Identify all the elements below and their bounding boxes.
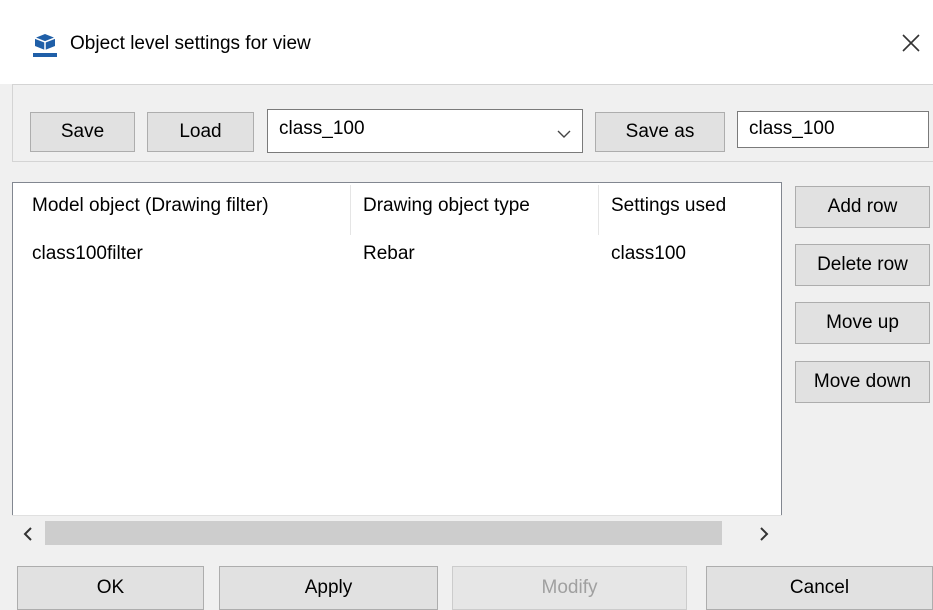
column-separator[interactable] [598,185,599,235]
load-button[interactable]: Load [147,112,254,152]
dialog-title: Object level settings for view [70,33,311,54]
table-cell-model-object[interactable]: class100filter [32,243,143,265]
apply-button[interactable]: Apply [219,566,438,610]
save-as-name-field[interactable]: class_100 [737,111,929,148]
close-icon[interactable] [895,26,927,60]
save-as-button[interactable]: Save as [595,112,725,152]
app-icon [31,32,59,58]
table-cell-settings-used[interactable]: class100 [611,243,686,265]
scrollbar-thumb[interactable] [45,521,722,545]
delete-row-button[interactable]: Delete row [795,244,930,286]
scroll-left-arrow-icon[interactable] [18,525,38,543]
horizontal-scrollbar[interactable] [12,515,782,550]
cancel-button[interactable]: Cancel [706,566,933,610]
ok-button[interactable]: OK [17,566,204,610]
dialog-window: Object level settings for view Save Load… [0,0,933,610]
chevron-down-icon [556,124,572,138]
settings-dropdown-value: class_100 [279,118,365,139]
modify-button: Modify [452,566,687,610]
settings-dropdown[interactable]: class_100 [267,109,583,153]
table-cell-drawing-object-type[interactable]: Rebar [363,243,415,265]
column-header-drawing-object-type[interactable]: Drawing object type [363,195,530,217]
column-header-model-object[interactable]: Model object (Drawing filter) [32,195,269,217]
column-header-settings-used[interactable]: Settings used [611,195,726,217]
move-up-button[interactable]: Move up [795,302,930,344]
title-bar: Object level settings for view [0,0,933,84]
save-as-name-value: class_100 [749,118,835,139]
move-down-button[interactable]: Move down [795,361,930,403]
column-separator[interactable] [350,185,351,235]
scroll-right-arrow-icon[interactable] [754,525,774,543]
object-settings-table[interactable]: Model object (Drawing filter) Drawing ob… [12,182,782,550]
save-button[interactable]: Save [30,112,135,152]
add-row-button[interactable]: Add row [795,186,930,228]
